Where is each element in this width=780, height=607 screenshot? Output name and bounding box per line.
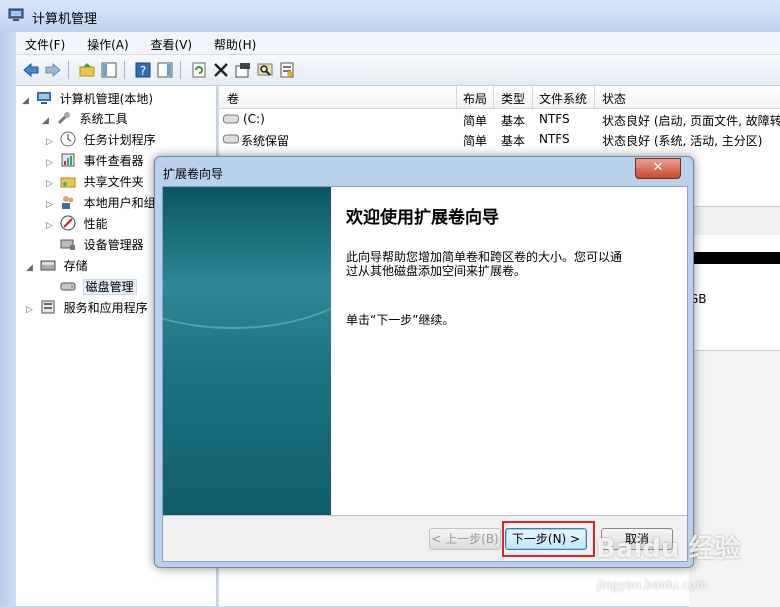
column-volume[interactable]: 卷 bbox=[227, 90, 239, 107]
expand-arrow-icon[interactable]: ▷ bbox=[26, 300, 36, 320]
tree-item-task-scheduler[interactable]: ▷ 任务计划程序 bbox=[46, 130, 156, 150]
expand-arrow-icon[interactable]: ▷ bbox=[46, 132, 56, 152]
expand-arrow-icon[interactable]: ▷ bbox=[46, 216, 56, 236]
tree-item-device-manager[interactable]: 设备管理器 bbox=[46, 235, 144, 255]
disk-unallocated-bar[interactable] bbox=[689, 252, 780, 264]
column-type[interactable]: 类型 bbox=[501, 90, 525, 107]
wizard-description: 此向导帮助您增加简单卷和跨区卷的大小。您可以通 过从其他磁盘添加空间来扩展卷。 bbox=[346, 250, 623, 278]
clock-icon bbox=[60, 131, 76, 147]
expand-arrow-icon[interactable]: ▷ bbox=[46, 174, 56, 194]
wizard-banner-image bbox=[163, 187, 331, 515]
tree-item-computer-management[interactable]: ◢ 计算机管理(本地) bbox=[22, 89, 153, 109]
window-title: 计算机管理 bbox=[32, 12, 98, 27]
highlight-box bbox=[502, 521, 595, 557]
refresh-icon[interactable] bbox=[190, 61, 208, 79]
event-viewer-icon bbox=[61, 153, 75, 167]
tree-item-shared-folders[interactable]: ▷ 共享文件夹 bbox=[46, 172, 144, 192]
menu-help[interactable]: 帮助(H) bbox=[205, 32, 265, 53]
tree-item-storage[interactable]: ◢ 存储 bbox=[26, 256, 88, 276]
disk-map-area bbox=[689, 350, 780, 607]
help-icon[interactable]: ? bbox=[134, 61, 152, 79]
close-icon[interactable]: ✕ bbox=[635, 158, 681, 179]
users-icon bbox=[61, 196, 74, 209]
delete-icon[interactable] bbox=[212, 61, 230, 79]
dialog-title: 扩展卷向导 bbox=[163, 167, 224, 181]
computer-management-icon bbox=[8, 8, 24, 21]
tools-icon bbox=[57, 112, 70, 125]
tree-item-services-applications[interactable]: ▷ 服务和应用程序 bbox=[26, 298, 148, 318]
tree-item-event-viewer[interactable]: ▷ 事件查看器 bbox=[46, 151, 144, 171]
shared-folder-icon bbox=[60, 177, 76, 188]
forward-arrow-icon[interactable] bbox=[44, 61, 62, 79]
wizard-hint: 单击“下一步”继续。 bbox=[346, 313, 455, 327]
collapse-arrow-icon[interactable]: ◢ bbox=[22, 91, 32, 111]
column-status[interactable]: 状态 bbox=[602, 90, 626, 107]
search-disk-icon[interactable] bbox=[256, 61, 274, 79]
back-button[interactable]: < 上一步(B) bbox=[429, 528, 501, 550]
drive-icon bbox=[223, 134, 239, 144]
column-filesystem[interactable]: 文件系统 bbox=[539, 90, 587, 107]
storage-icon bbox=[40, 260, 56, 271]
menu-view[interactable]: 查看(V) bbox=[142, 32, 202, 53]
svg-text:?: ? bbox=[140, 64, 146, 78]
services-icon bbox=[41, 300, 55, 314]
window-frame bbox=[0, 32, 16, 606]
column-layout[interactable]: 布局 bbox=[463, 90, 487, 107]
baidu-watermark-url: jingyan.baidu.com bbox=[597, 578, 708, 592]
tree-item-local-users-groups[interactable]: ▷ 本地用户和组 bbox=[46, 193, 156, 213]
menu-bar: 文件(F) 操作(A) 查看(V) 帮助(H) bbox=[16, 32, 780, 55]
disk-icon bbox=[60, 282, 76, 291]
volume-table-header: 卷 布局 类型 文件系统 状态 bbox=[219, 86, 780, 109]
export-icon[interactable] bbox=[278, 61, 296, 79]
menu-file[interactable]: 文件(F) bbox=[16, 32, 74, 53]
menu-action[interactable]: 操作(A) bbox=[78, 32, 138, 53]
tree-item-system-tools[interactable]: ◢ 系统工具 bbox=[42, 109, 128, 129]
computer-icon bbox=[36, 92, 51, 104]
up-folder-icon[interactable] bbox=[78, 61, 96, 79]
wizard-heading: 欢迎使用扩展卷向导 bbox=[346, 208, 499, 228]
drive-icon bbox=[223, 114, 239, 124]
expand-arrow-icon[interactable]: ▷ bbox=[46, 153, 56, 173]
extend-volume-wizard-dialog: 扩展卷向导 ✕ 欢迎使用扩展卷向导 此向导帮助您增加简单卷和跨区卷的大小。您可以… bbox=[154, 156, 694, 568]
properties-icon[interactable] bbox=[234, 61, 252, 79]
expand-arrow-icon[interactable]: ▷ bbox=[46, 195, 56, 215]
performance-icon bbox=[60, 215, 76, 231]
action-pane-icon[interactable] bbox=[156, 61, 174, 79]
device-manager-icon bbox=[60, 239, 75, 250]
toolbar-separator bbox=[68, 61, 69, 79]
collapse-arrow-icon[interactable]: ◢ bbox=[26, 258, 36, 278]
tree-item-performance[interactable]: ▷ 性能 bbox=[46, 214, 108, 234]
baidu-watermark: Baidu 经验 bbox=[596, 534, 741, 564]
show-hide-tree-icon[interactable] bbox=[100, 61, 118, 79]
tree-item-disk-management[interactable]: 磁盘管理 bbox=[46, 277, 137, 297]
dialog-body: 欢迎使用扩展卷向导 此向导帮助您增加简单卷和跨区卷的大小。您可以通 过从其他磁盘… bbox=[162, 186, 688, 562]
collapse-arrow-icon[interactable]: ◢ bbox=[42, 111, 52, 131]
toolbar-separator bbox=[180, 61, 181, 79]
window-titlebar[interactable]: 计算机管理 bbox=[0, 0, 780, 32]
back-arrow-icon[interactable] bbox=[22, 61, 40, 79]
toolbar: ? bbox=[16, 55, 780, 86]
toolbar-separator bbox=[124, 61, 125, 79]
